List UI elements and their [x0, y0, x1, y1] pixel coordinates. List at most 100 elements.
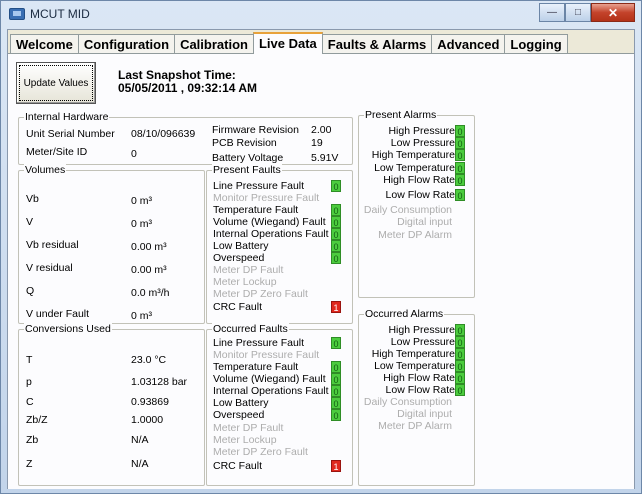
- tab-calibration[interactable]: Calibration: [174, 34, 254, 54]
- client-area: Welcome Configuration Calibration Live D…: [7, 29, 635, 489]
- fault-meter-dp: Meter DP Fault: [213, 422, 284, 434]
- volumes-group: Volumes Vb 0 m³ V 0 m³ Vb residual 0.00 …: [18, 164, 205, 324]
- fault-monitor-pressure: Monitor Pressure Fault: [213, 349, 320, 361]
- group-title: Occurred Alarms: [364, 308, 445, 320]
- fault-overspeed: Overspeed: [213, 409, 265, 421]
- fault-line-pressure: Line Pressure Fault: [213, 180, 305, 192]
- title-bar[interactable]: MCUT MID — □ ✕: [1, 1, 641, 27]
- vb-residual-value: 0.00 m³: [131, 241, 167, 253]
- v-under-fault-label: V under Fault: [26, 308, 90, 320]
- fault-line-pressure: Line Pressure Fault: [213, 337, 305, 349]
- tab-live-data[interactable]: Live Data: [252, 32, 323, 54]
- fault-overspeed-indicator: 0: [331, 252, 341, 264]
- v-under-fault-value: 0 m³: [131, 310, 152, 322]
- occurred-faults-group: Occurred Faults Line Pressure Fault 0 Mo…: [206, 323, 353, 486]
- live-data-panel: Update Values Last Snapshot Time: 05/05/…: [8, 53, 634, 489]
- tab-faults-alarms[interactable]: Faults & Alarms: [321, 34, 433, 54]
- tab-configuration[interactable]: Configuration: [77, 34, 176, 54]
- fault-meter-lockup: Meter Lockup: [213, 276, 277, 288]
- fault-internal-operations-indicator: 0: [331, 385, 341, 397]
- firmware-label: Firmware Revision: [212, 124, 299, 136]
- maximize-button[interactable]: □: [565, 3, 591, 22]
- tab-logging[interactable]: Logging: [504, 34, 568, 54]
- fault-crc: CRC Fault: [213, 301, 263, 313]
- fault-volume-wiegand: Volume (Wiegand) Fault: [213, 216, 326, 228]
- internal-hardware-group: Internal Hardware Unit Serial Number 08/…: [18, 111, 353, 165]
- p-label: p: [26, 376, 32, 388]
- t-label: T: [26, 354, 33, 366]
- alarm-high-flow-rate-indicator: 0: [455, 174, 465, 186]
- alarm-high-pressure-indicator: 0: [455, 125, 465, 137]
- alarm-low-temperature: Low Temperature: [374, 162, 455, 174]
- v-value: 0 m³: [131, 218, 152, 230]
- alarm-low-flow-rate-indicator: 0: [455, 189, 465, 201]
- tab-advanced[interactable]: Advanced: [431, 34, 506, 54]
- alarm-high-pressure-indicator: 0: [455, 324, 465, 336]
- vb-residual-label: Vb residual: [26, 239, 79, 251]
- fault-meter-dp-zero: Meter DP Zero Fault: [213, 446, 308, 458]
- alarm-low-temperature-indicator: 0: [455, 162, 465, 174]
- serial-value: 08/10/096639: [131, 128, 196, 140]
- alarm-high-temperature: High Temperature: [371, 149, 455, 161]
- serial-label: Unit Serial Number: [26, 128, 115, 140]
- present-alarms-group: Present Alarms High Pressure 0 Low Press…: [358, 109, 475, 298]
- c-label: C: [26, 396, 34, 408]
- fault-temperature-indicator: 0: [331, 204, 341, 216]
- alarm-high-flow-rate-indicator: 0: [455, 372, 465, 384]
- fault-volume-wiegand: Volume (Wiegand) Fault: [213, 373, 326, 385]
- zb-value: N/A: [131, 434, 149, 446]
- alarm-digital-input: Digital input: [397, 216, 452, 228]
- minimize-button[interactable]: —: [539, 3, 565, 22]
- fault-crc: CRC Fault: [213, 460, 263, 472]
- tab-strip: Welcome Configuration Calibration Live D…: [8, 32, 568, 54]
- group-title: Present Faults: [212, 164, 282, 176]
- snapshot-time: 05/05/2011 , 09:32:14 AM: [118, 81, 257, 95]
- fault-line-pressure-indicator: 0: [331, 180, 341, 192]
- v-label: V: [26, 216, 34, 228]
- firmware-value: 2.00: [311, 124, 332, 136]
- v-residual-value: 0.00 m³: [131, 264, 167, 276]
- fault-internal-operations-indicator: 0: [331, 228, 341, 240]
- window-title: MCUT MID: [30, 7, 90, 21]
- group-title: Volumes: [24, 164, 67, 176]
- group-title: Internal Hardware: [24, 111, 110, 123]
- alarm-high-flow-rate: High Flow Rate: [383, 372, 455, 384]
- alarm-high-pressure: High Pressure: [388, 125, 455, 137]
- pcb-value: 19: [311, 137, 323, 149]
- fault-meter-dp-zero: Meter DP Zero Fault: [213, 288, 308, 300]
- alarm-high-temperature-indicator: 0: [455, 348, 465, 360]
- conversions-group: Conversions Used T 23.0 °C p 1.03128 bar…: [18, 323, 205, 486]
- p-value: 1.03128 bar: [131, 376, 188, 388]
- group-title: Occurred Faults: [212, 323, 289, 335]
- alarm-low-pressure: Low Pressure: [390, 336, 455, 348]
- fault-low-battery-indicator: 0: [331, 397, 341, 409]
- update-values-button[interactable]: Update Values: [16, 62, 96, 104]
- alarm-high-flow-rate: High Flow Rate: [383, 174, 455, 186]
- z-label: Z: [26, 458, 33, 470]
- alarm-low-pressure-indicator: 0: [455, 137, 465, 149]
- app-icon: [9, 8, 25, 20]
- fault-temperature-indicator: 0: [331, 361, 341, 373]
- alarm-low-flow-rate: Low Flow Rate: [385, 189, 455, 201]
- t-value: 23.0 °C: [131, 354, 167, 366]
- fault-overspeed: Overspeed: [213, 252, 265, 264]
- alarm-daily-consumption: Daily Consumption: [363, 204, 452, 216]
- alarm-high-temperature: High Temperature: [371, 348, 455, 360]
- alarm-meter-dp: Meter DP Alarm: [378, 420, 452, 432]
- alarm-low-flow-rate-indicator: 0: [455, 384, 465, 396]
- app-window: MCUT MID — □ ✕ Welcome Configuration Cal…: [0, 0, 642, 494]
- alarm-low-flow-rate: Low Flow Rate: [385, 384, 455, 396]
- fault-internal-operations: Internal Operations Fault: [213, 228, 329, 240]
- q-label: Q: [26, 285, 35, 297]
- window-controls: — □ ✕: [539, 3, 635, 22]
- tab-welcome[interactable]: Welcome: [10, 34, 79, 54]
- alarm-meter-dp: Meter DP Alarm: [378, 229, 452, 241]
- close-button[interactable]: ✕: [591, 3, 635, 22]
- fault-volume-wiegand-indicator: 0: [331, 373, 341, 385]
- alarm-low-pressure: Low Pressure: [390, 137, 455, 149]
- meter-id-label: Meter/Site ID: [26, 146, 88, 158]
- q-value: 0.0 m³/h: [131, 287, 170, 299]
- fault-internal-operations: Internal Operations Fault: [213, 385, 329, 397]
- c-value: 0.93869: [131, 396, 169, 408]
- snapshot-label: Last Snapshot Time:: [118, 68, 236, 82]
